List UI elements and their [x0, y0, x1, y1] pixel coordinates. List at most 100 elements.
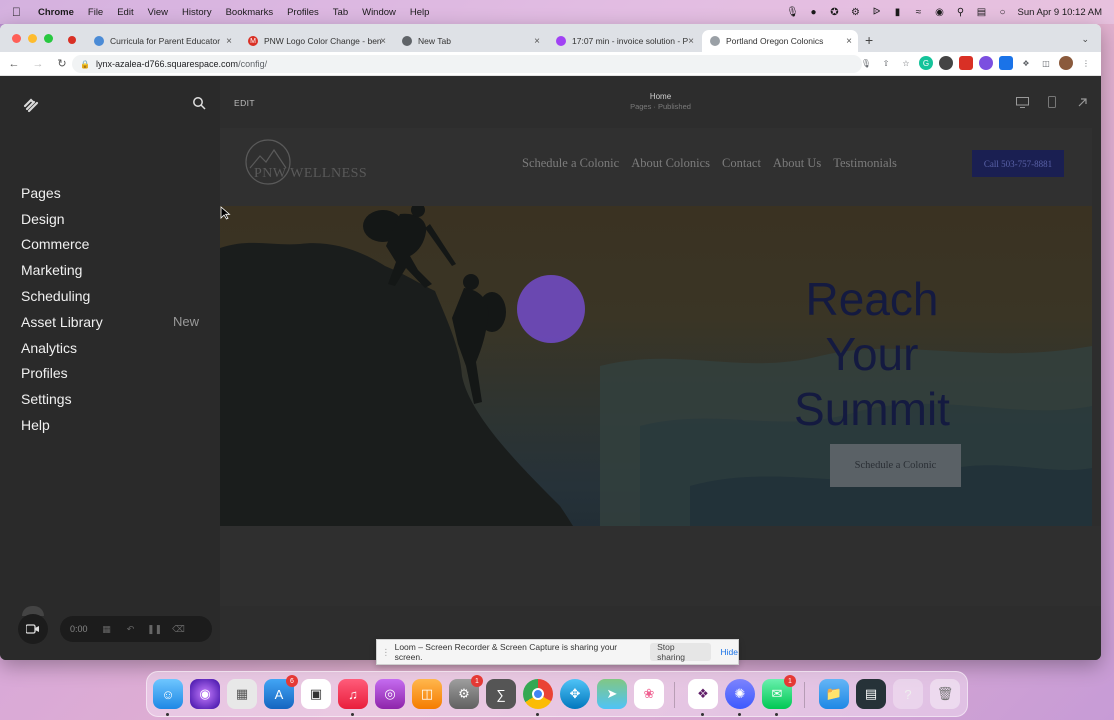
tab-search-chevron-icon[interactable]: ⌄ — [1081, 34, 1089, 45]
menu-view[interactable]: View — [148, 7, 168, 18]
app-status-icon[interactable]: ✪ — [828, 6, 840, 18]
site-nav-contact[interactable]: Contact — [722, 156, 761, 171]
safari-icon[interactable]: ✥ — [560, 679, 590, 709]
sidebar-item-asset-library[interactable]: Asset Library New — [21, 309, 201, 335]
podcasts-icon[interactable]: ◎ — [375, 679, 405, 709]
external-link-icon[interactable] — [1075, 96, 1089, 108]
sidebar-item-profiles[interactable]: Profiles — [21, 361, 201, 387]
reload-button[interactable]: ↻ — [52, 57, 72, 70]
search-icon[interactable]: ⚲ — [954, 6, 966, 18]
messages-icon[interactable]: ✉ 1 — [762, 675, 796, 709]
sidebar-item-help[interactable]: Help — [21, 412, 201, 438]
bookmark-star-icon[interactable]: ☆ — [899, 56, 913, 70]
side-panel-icon[interactable]: ◫ — [1039, 56, 1053, 70]
search-icon[interactable] — [192, 96, 206, 110]
extension-status-icon[interactable]: ● — [807, 6, 819, 18]
new-tab-button[interactable]: + — [865, 32, 873, 48]
page-title[interactable]: Home — [220, 92, 1101, 101]
mobile-view-icon[interactable] — [1045, 96, 1059, 108]
mic-icon[interactable]: 🎙 — [859, 56, 873, 70]
trash-icon[interactable]: 🗑 — [930, 679, 960, 709]
sidebar-item-marketing[interactable]: Marketing — [21, 257, 201, 283]
more-menu-icon[interactable]: ⋮ — [1079, 56, 1093, 70]
close-window-button[interactable] — [12, 34, 21, 43]
site-nav-schedule[interactable]: Schedule a Colonic — [522, 156, 619, 171]
maps-icon[interactable]: ➤ — [597, 679, 627, 709]
next-section[interactable] — [220, 526, 1101, 606]
undo-icon[interactable]: ↶ — [126, 624, 136, 634]
camera-icon[interactable] — [18, 614, 48, 644]
siri-icon[interactable]: ○ — [996, 6, 1008, 18]
hero-section[interactable]: Reach Your Summit Schedule a Colonic — [220, 206, 1092, 578]
tab-pnw-logo[interactable]: M PNW Logo Color Change - ben × — [240, 30, 392, 52]
drag-handle-icon[interactable]: ⋮ — [379, 647, 393, 658]
bluetooth-icon[interactable]: ᐉ — [870, 6, 882, 18]
hide-button[interactable]: Hide — [721, 647, 738, 657]
menu-window[interactable]: Window — [362, 7, 396, 18]
close-tab-icon[interactable]: × — [688, 36, 694, 47]
address-bar[interactable]: 🔒 lynx-azalea-d766.squarespace.com /conf… — [72, 55, 862, 73]
siri-icon[interactable]: ◉ — [190, 679, 220, 709]
back-button[interactable]: ← — [4, 58, 24, 70]
stop-sharing-button[interactable]: Stop sharing — [650, 642, 711, 662]
books-icon[interactable]: ◫ — [412, 679, 442, 709]
close-tab-icon[interactable]: × — [534, 36, 540, 47]
puzzle-icon[interactable]: ❖ — [1019, 56, 1033, 70]
record-icon[interactable]: ◉ — [933, 6, 945, 18]
trash-icon[interactable]: ⌫ — [172, 624, 185, 634]
launchpad-icon[interactable]: ▦ — [227, 679, 257, 709]
sidebar-item-design[interactable]: Design — [21, 206, 201, 232]
finder-icon[interactable]: ☺ — [153, 679, 183, 709]
microphone-icon[interactable]: 🎙 — [786, 6, 799, 18]
grammarly-icon[interactable]: G — [919, 56, 933, 70]
menu-bookmarks[interactable]: Bookmarks — [226, 7, 274, 18]
tab-loom-video[interactable]: 17:07 min - invoice solution - P × — [548, 30, 700, 52]
pnw-mountain-logo-icon[interactable] — [244, 138, 374, 190]
pause-icon[interactable]: ❚❚ — [147, 624, 162, 634]
gear-icon[interactable]: ⚙ — [849, 6, 861, 18]
chrome-icon[interactable] — [523, 679, 553, 709]
maximize-window-button[interactable] — [44, 34, 53, 43]
apple-icon[interactable]:  — [12, 5, 28, 19]
menu-edit[interactable]: Edit — [117, 7, 133, 18]
menubar-clock[interactable]: Sun Apr 9 10:12 AM — [1017, 7, 1102, 18]
sidebar-item-analytics[interactable]: Analytics — [21, 335, 201, 361]
slack-icon[interactable]: ❖ — [688, 679, 718, 709]
hero-cta-button[interactable]: Schedule a Colonic — [830, 444, 961, 487]
tab-portland-colonics[interactable]: Portland Oregon Colonics × — [702, 30, 858, 52]
extension-dark-icon[interactable] — [939, 56, 953, 70]
close-tab-icon[interactable]: × — [380, 36, 386, 47]
help-icon[interactable]: ? — [893, 679, 923, 709]
sidebar-item-settings[interactable]: Settings — [21, 386, 201, 412]
profile-avatar[interactable] — [1059, 56, 1073, 70]
menu-profiles[interactable]: Profiles — [287, 7, 319, 18]
control-center-icon[interactable]: ▤ — [975, 6, 987, 18]
site-nav-about-colonics[interactable]: About Colonics — [631, 156, 710, 171]
app-store-icon[interactable]: A6 — [264, 675, 298, 709]
close-tab-icon[interactable]: × — [226, 36, 232, 47]
battery-icon[interactable]: ▮ — [891, 6, 903, 18]
menu-help[interactable]: Help — [410, 7, 430, 18]
menu-file[interactable]: File — [88, 7, 103, 18]
loom-icon[interactable]: ✺ — [725, 679, 755, 709]
squarespace-logo-icon[interactable] — [22, 96, 40, 114]
sidebar-item-pages[interactable]: Pages — [21, 180, 201, 206]
menu-app-name[interactable]: Chrome — [38, 7, 74, 18]
hero-title[interactable]: Reach Your Summit — [772, 272, 972, 437]
lock-icon[interactable]: 🔒 — [80, 60, 90, 69]
desktop-view-icon[interactable] — [1015, 96, 1029, 108]
call-button[interactable]: Call 503-757-8881 — [972, 150, 1064, 177]
photos-icon[interactable]: ❀ — [634, 679, 664, 709]
extension-red-icon[interactable] — [959, 56, 973, 70]
tab-new-tab[interactable]: New Tab × — [394, 30, 546, 52]
calculator-icon[interactable]: ∑ — [486, 679, 516, 709]
system-settings-icon[interactable]: ⚙ 1 — [449, 675, 483, 709]
drawing-tool-icon[interactable]: ▦ — [102, 624, 112, 634]
minimize-window-button[interactable] — [28, 34, 37, 43]
sidebar-item-commerce[interactable]: Commerce — [21, 232, 201, 258]
extension-blue-icon[interactable] — [999, 56, 1013, 70]
screenshot-thumbnail-icon[interactable]: ▤ — [856, 679, 886, 709]
site-nav-about-us[interactable]: About Us — [773, 156, 821, 171]
music-icon[interactable]: ♫ — [338, 679, 368, 709]
share-icon[interactable]: ⇧ — [879, 56, 893, 70]
